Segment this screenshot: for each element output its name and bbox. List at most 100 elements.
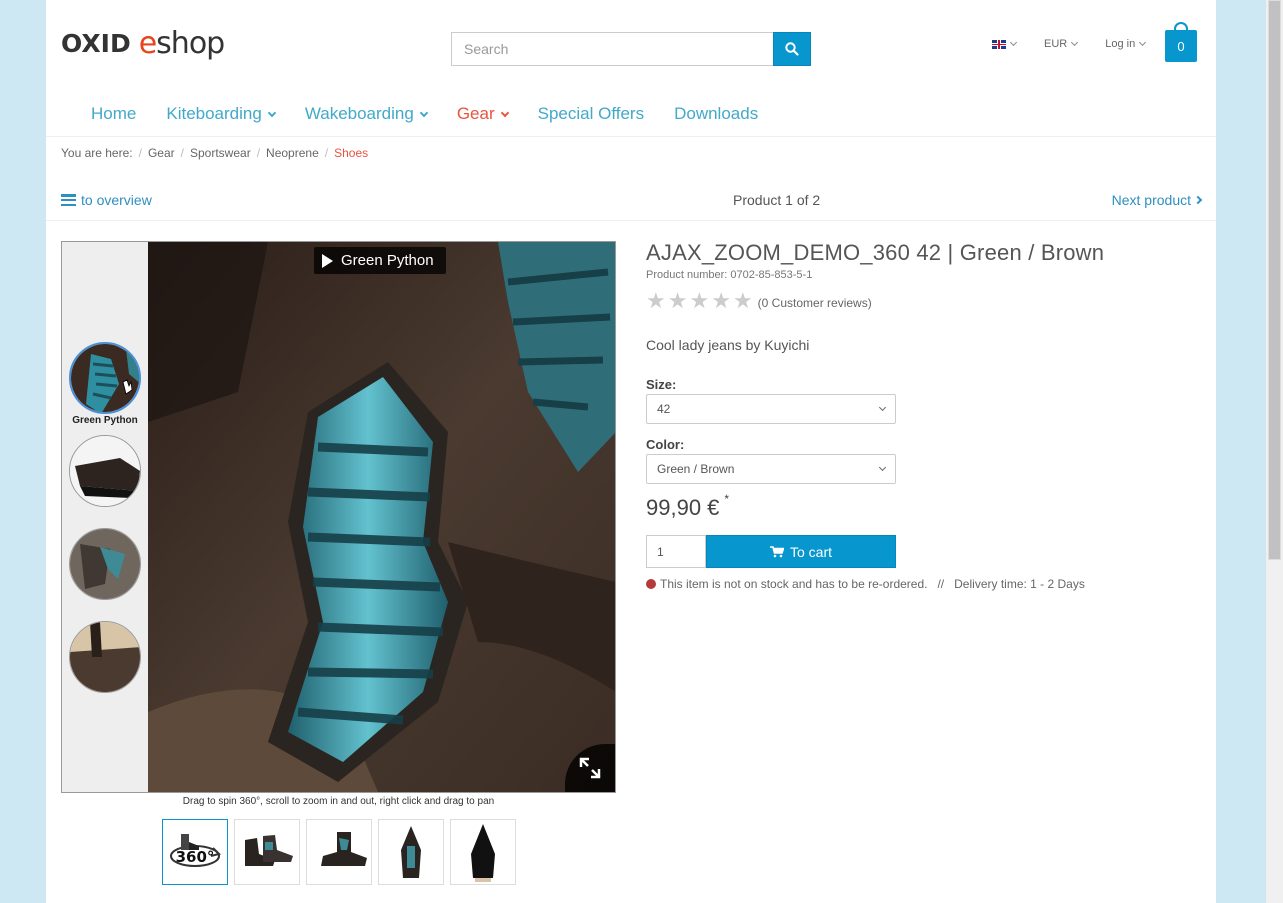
login-dropdown[interactable]: Log in	[1105, 38, 1147, 50]
nav-label: Kiteboarding	[166, 104, 262, 123]
boot-thumb-image	[70, 529, 140, 599]
chevron-down-icon	[878, 463, 887, 472]
thumb-side[interactable]	[306, 819, 372, 885]
rating-stars[interactable]: ★ ★ ★ ★ ★ (0 Customer reviews)	[646, 290, 872, 312]
chevron-down-icon	[500, 108, 509, 117]
boot-thumb-image	[70, 436, 140, 506]
page-scrollbar[interactable]	[1266, 0, 1283, 903]
search-input[interactable]	[451, 32, 773, 66]
star-icon[interactable]: ★	[646, 290, 666, 312]
stock-status-dot	[646, 579, 656, 589]
chevron-right-icon	[1193, 195, 1203, 205]
quantity-input[interactable]: 1	[646, 535, 706, 568]
nav-label: Special Offers	[537, 104, 645, 123]
search-button[interactable]	[773, 32, 811, 66]
to-overview-link[interactable]: to overview	[61, 192, 152, 208]
star-icon[interactable]: ★	[711, 290, 731, 312]
cart-bag-icon: 0	[1165, 30, 1197, 62]
logo-e: e	[138, 25, 157, 61]
thumb-360[interactable]: 360°	[162, 819, 228, 885]
uk-flag-icon	[992, 39, 1006, 49]
expand-icon	[579, 757, 601, 779]
variant-thumb-label: Green Python	[72, 415, 138, 426]
product-zoom-image[interactable]	[148, 242, 616, 792]
reviews-link[interactable]: (0 Customer reviews)	[758, 296, 872, 310]
top-nav: EUR Log in	[992, 38, 1147, 50]
stock-text: This item is not on stock and has to be …	[660, 577, 928, 591]
star-icon[interactable]: ★	[689, 290, 709, 312]
size-label: Size:	[646, 377, 677, 392]
nav-item-special-offers[interactable]: Special Offers	[538, 104, 644, 124]
product-360-viewer[interactable]: Green Python Green Python	[61, 241, 616, 793]
thumbnail-strip: 360°	[162, 819, 516, 885]
breadcrumb-item-sportswear[interactable]: Sportswear	[190, 146, 251, 160]
cart-count: 0	[1177, 38, 1185, 54]
thumb-top[interactable]	[378, 819, 444, 885]
chevron-down-icon	[878, 403, 887, 412]
stock-separator: //	[937, 577, 945, 591]
viewer-hint: Drag to spin 360°, scroll to zoom in and…	[182, 796, 495, 807]
breadcrumb-sep: /	[138, 146, 142, 160]
star-icon[interactable]: ★	[733, 290, 753, 312]
cart-icon	[769, 545, 784, 557]
search-icon	[785, 42, 799, 56]
star-icon[interactable]: ★	[668, 290, 688, 312]
nav-item-downloads[interactable]: Downloads	[674, 104, 758, 124]
chevron-down-icon	[267, 108, 277, 117]
variant-thumb-2[interactable]	[69, 435, 141, 507]
variant-gallery: Green Python	[62, 242, 148, 792]
boot-thumb-image	[70, 622, 140, 692]
breadcrumb-sep: /	[324, 146, 329, 160]
add-to-cart-button[interactable]: To cart	[706, 535, 896, 568]
next-product-link[interactable]: Next product	[1112, 192, 1203, 208]
chevron-down-icon	[1139, 38, 1147, 47]
nav-item-wakeboarding[interactable]: Wakeboarding	[304, 104, 429, 124]
language-selector[interactable]	[992, 38, 1018, 50]
price-value: 99,90 €	[646, 495, 720, 520]
play-360-button[interactable]: Green Python	[314, 247, 446, 274]
cart-button[interactable]: 0	[1165, 22, 1197, 62]
variant-thumb-4[interactable]	[69, 621, 141, 693]
currency-selector[interactable]: EUR	[1044, 38, 1079, 50]
breadcrumb-item-neoprene[interactable]: Neoprene	[266, 146, 319, 160]
short-description: Cool lady jeans by Kuyichi	[646, 337, 810, 353]
login-label: Log in	[1105, 38, 1136, 50]
divider	[46, 136, 1216, 137]
nav-label: Wakeboarding	[304, 104, 414, 123]
boot-sole-image	[471, 824, 495, 882]
play-icon	[322, 253, 333, 268]
product-count: Product 1 of 2	[733, 192, 821, 208]
product-price: 99,90 € *	[646, 492, 729, 521]
page: OXID eshop EUR Log in 0 Ho	[46, 0, 1216, 903]
logo-shop: shop	[156, 25, 225, 61]
breadcrumb-item-gear[interactable]: Gear	[148, 146, 175, 160]
color-value: Green / Brown	[657, 462, 735, 476]
thumb-pair-side[interactable]	[234, 819, 300, 885]
360-icon: 360°	[170, 834, 221, 867]
delivery-time: Delivery time: 1 - 2 Days	[954, 577, 1085, 591]
list-icon	[61, 194, 76, 206]
nav-item-home[interactable]: Home	[91, 104, 136, 124]
nav-label: Downloads	[674, 104, 759, 123]
stock-info: This item is not on stock and has to be …	[646, 577, 1085, 591]
size-select[interactable]: 42	[646, 394, 896, 424]
shop-logo[interactable]: OXID e shop	[61, 25, 225, 61]
python-thumb-image	[71, 344, 139, 412]
product-title: AJAX_ZOOM_DEMO_360 42 | Green / Brown	[646, 240, 1105, 265]
breadcrumb-item-shoes[interactable]: Shoes	[334, 146, 368, 160]
product-number: Product number: 0702-85-853-5-1	[646, 269, 813, 281]
boot-top-image	[401, 826, 421, 878]
scrollbar-thumb[interactable]	[1268, 0, 1281, 560]
variant-thumb-green-python[interactable]	[69, 342, 141, 414]
thumb-sole[interactable]	[450, 819, 516, 885]
logo-oxid: OXID	[61, 28, 131, 58]
nav-label: Gear	[456, 104, 495, 123]
variant-thumb-3[interactable]	[69, 528, 141, 600]
boot-side-image	[321, 832, 367, 866]
nav-item-gear[interactable]: Gear	[456, 104, 509, 124]
to-overview-label: to overview	[81, 192, 152, 208]
nav-item-kiteboarding[interactable]: Kiteboarding	[166, 104, 277, 124]
size-value: 42	[657, 402, 671, 416]
breadcrumb: You are here: / Gear / Sportswear / Neop…	[61, 146, 368, 160]
color-select[interactable]: Green / Brown	[646, 454, 896, 484]
